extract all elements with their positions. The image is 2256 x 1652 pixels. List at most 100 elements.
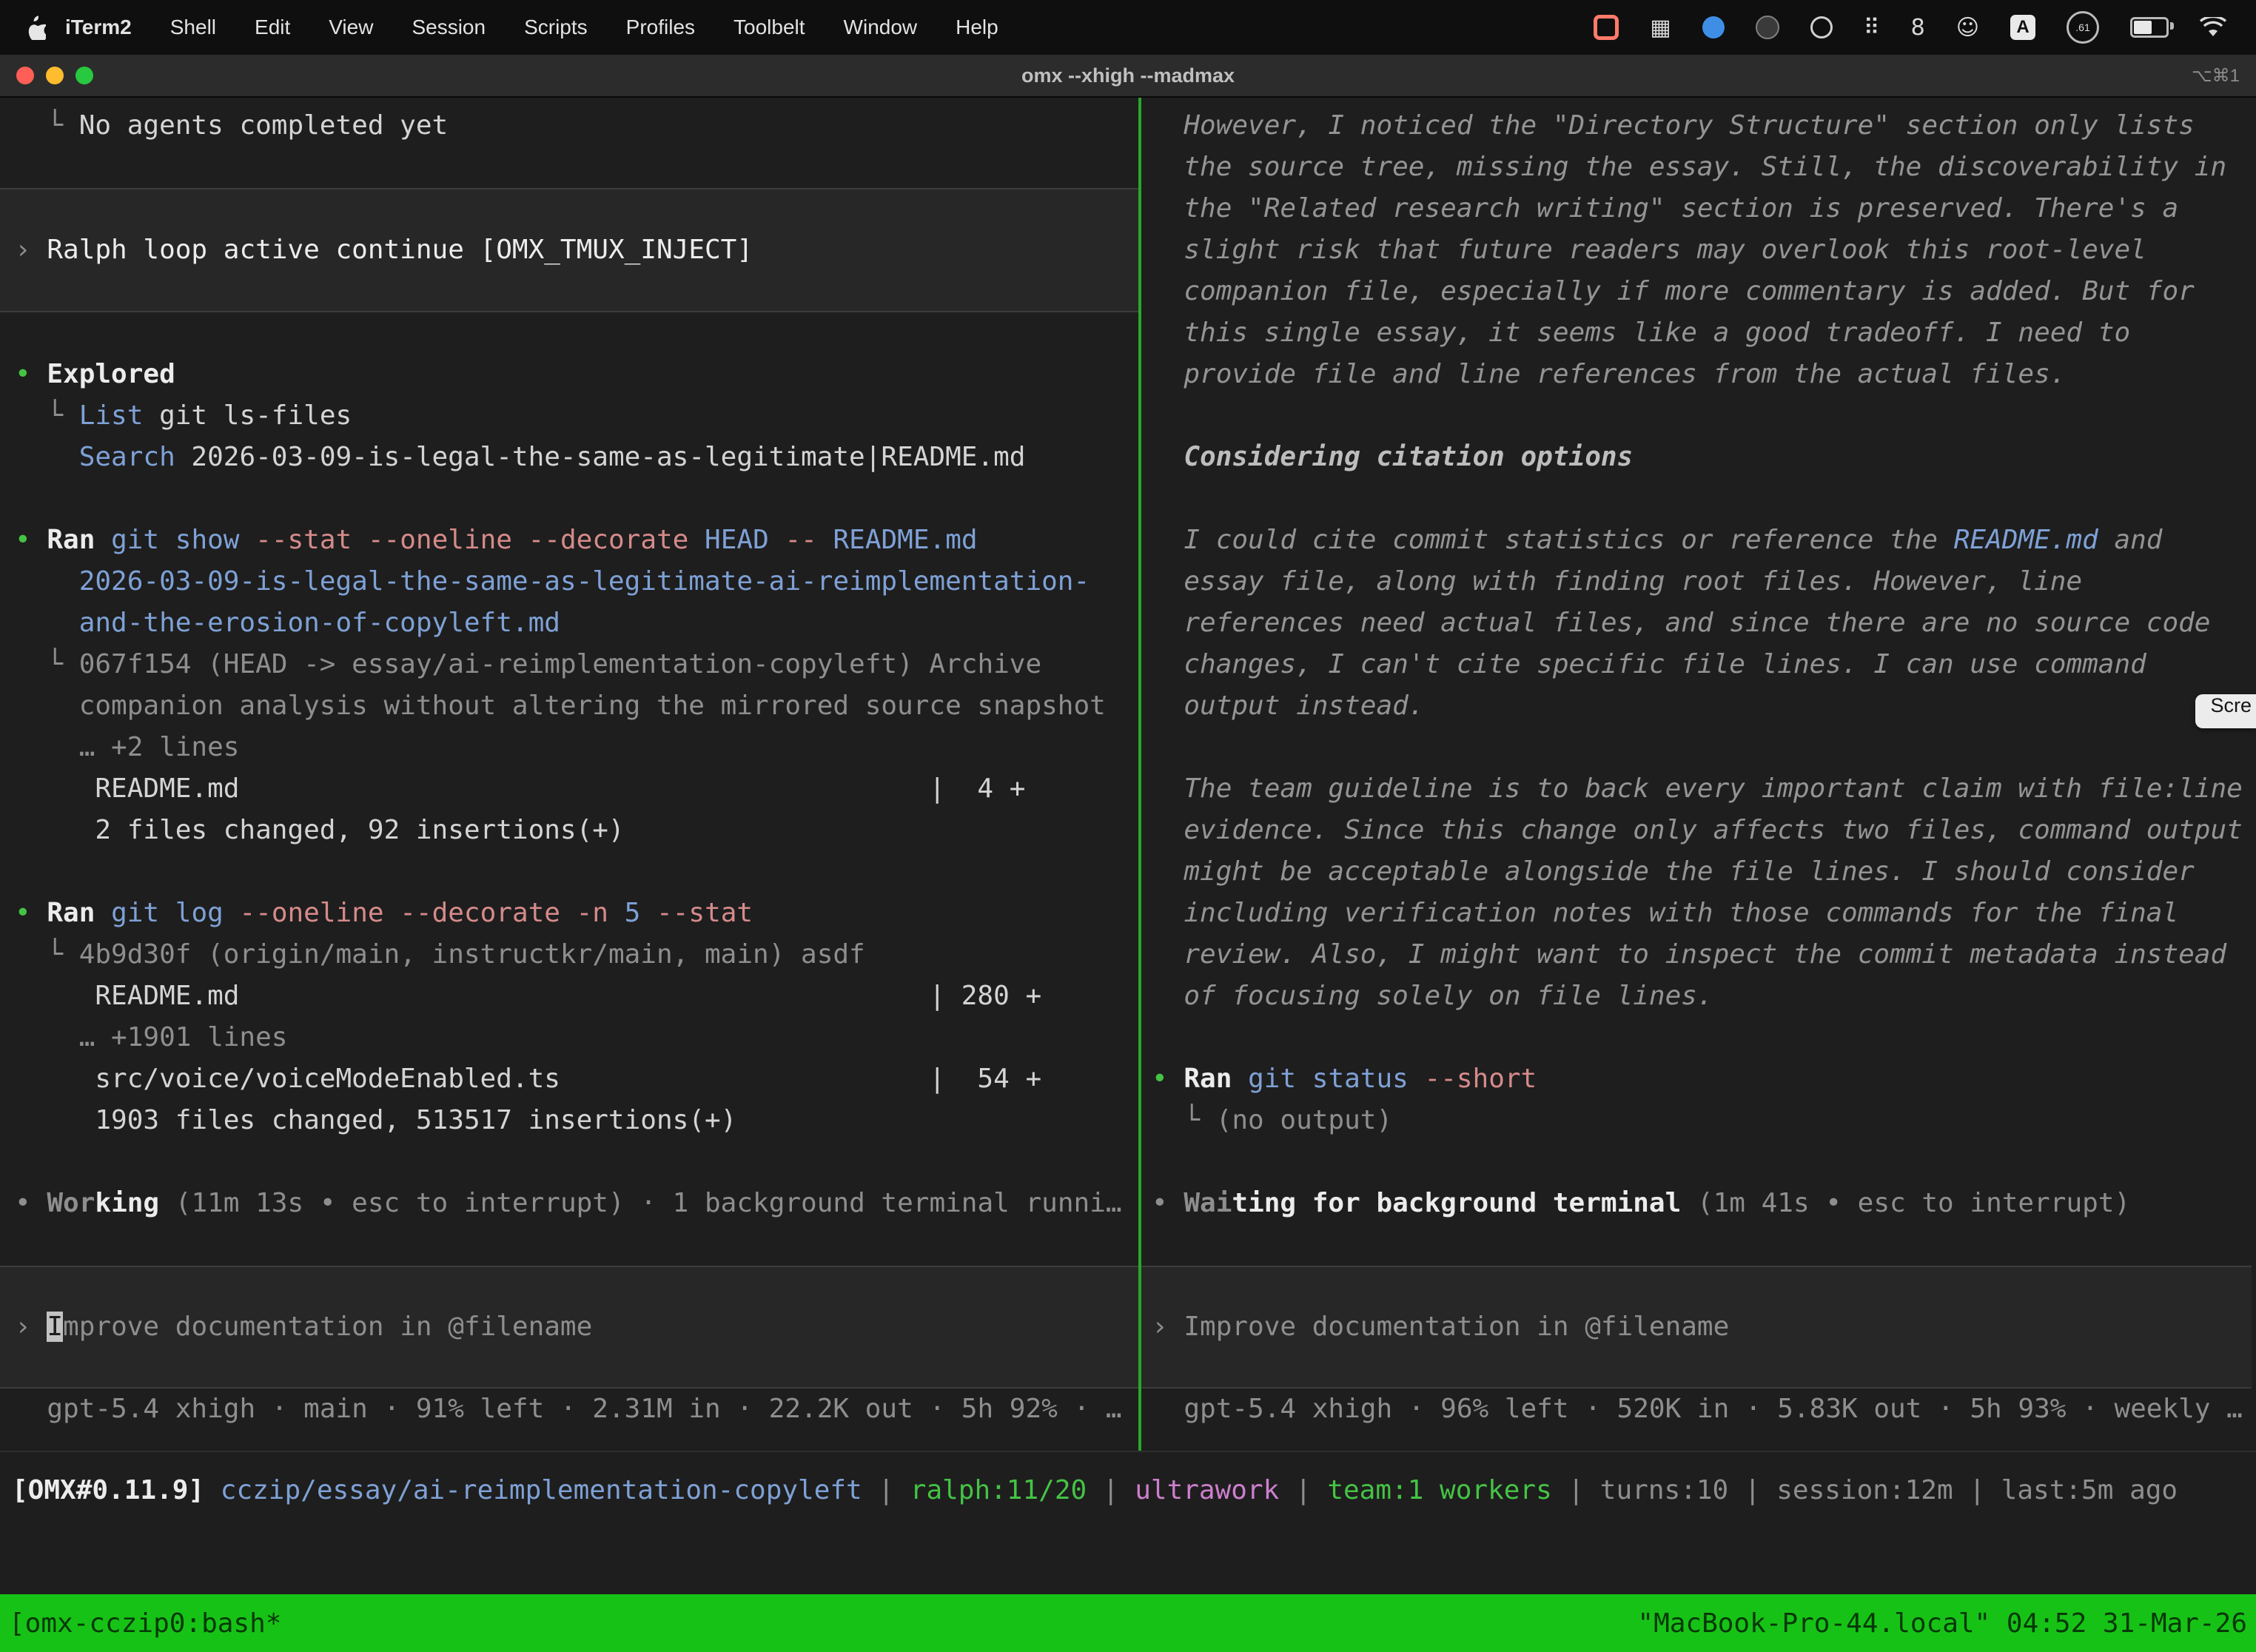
text-segment: Ran [47,525,95,555]
left-pane-top-output: └ No agents completed yet [15,105,1138,188]
terminal-window: └ No agents completed yet › Ralph loop a… [0,98,2256,1452]
text-segment: HEAD [705,525,769,555]
terminal-line: might be acceptable alongside the file l… [1152,851,2252,893]
terminal-line: … +2 lines [15,727,1138,768]
wifi-icon[interactable] [2200,17,2226,38]
window-title: omx --xhigh --madmax [0,64,2256,87]
terminal-line [1152,727,2252,768]
text-segment: README.md | 280 + [15,981,1041,1011]
text-segment: • [15,898,47,928]
text-segment: essay file, along with finding root file… [1184,566,2082,597]
text-segment [688,525,705,555]
terminal-line: companion file, especially if more comme… [1152,271,2252,312]
battery-gauge-icon[interactable]: .61 [2067,11,2099,44]
terminal-line [1152,1224,2252,1266]
text-segment: output instead. [1184,691,1424,721]
text-segment: I [47,1312,63,1342]
blue-app-icon[interactable] [1702,16,1725,38]
text-segment: └ [15,939,79,970]
left-prompt-input[interactable]: › Improve documentation in @filename [15,1306,1138,1348]
text-segment: ultrawork [1135,1475,1279,1505]
text-segment [1152,815,1184,845]
text-segment: Wor [47,1188,95,1218]
numeric-app-icon[interactable]: 8 [1911,15,1925,41]
terminal-line: of focusing solely on file lines. [1152,976,2252,1017]
menu-view[interactable]: View [309,16,392,39]
right-prompt-input[interactable]: › Improve documentation in @filename [1152,1306,2252,1348]
grid-app-icon[interactable]: ▦ [1650,15,1671,41]
minimize-button[interactable] [46,67,64,84]
window-titlebar[interactable]: omx --xhigh --madmax ⌥⌘1 [0,55,2256,98]
tmux-status-bar: [omx-cczip0:bash* "MacBook-Pro-44.local"… [0,1594,2256,1652]
text-segment: › [15,1312,47,1342]
terminal-line: However, I noticed the "Directory Struct… [1152,105,2252,147]
terminal-line: • Ran git log --oneline --decorate -n 5 … [15,893,1138,934]
menu-toolbelt[interactable]: Toolbelt [714,16,825,39]
left-pane: └ No agents completed yet › Ralph loop a… [0,98,1138,1451]
terminal-line: • Working (11m 13s • esc to interrupt) ·… [15,1183,1138,1224]
text-segment [1152,939,1184,970]
menu-profiles[interactable]: Profiles [607,16,714,39]
input-source-icon[interactable]: A [2010,15,2035,40]
apple-menu-icon[interactable] [25,15,46,40]
text-segment: Ran [1184,1064,1232,1094]
face-app-icon[interactable]: ☺ [1956,15,1979,41]
text-segment: • [15,525,47,555]
menu-session[interactable]: Session [392,16,505,39]
text-segment: references need actual files, and since … [1184,608,2210,638]
terminal-line [15,478,1138,520]
terminal-line [15,147,1138,188]
text-segment: | [1953,1475,2001,1505]
close-button[interactable] [16,67,34,84]
edge-tooltip: Scre [2195,694,2256,728]
terminal-line [15,1224,1138,1266]
text-segment: companion analysis without altering the … [15,691,1106,721]
menu-scripts[interactable]: Scripts [505,16,607,39]
macos-screen: { "colors": { "divider_green": "#2ba52b"… [0,0,2256,1652]
text-segment: • [15,1188,47,1218]
left-prompt-box[interactable]: › Improve documentation in @filename [0,1266,1138,1389]
text-segment: 5 [625,898,641,928]
text-segment: Considering citation options [1184,442,1633,472]
text-segment: └ [15,110,79,141]
text-segment [1152,152,1184,182]
right-prompt-box[interactable]: › Improve documentation in @filename [1141,1266,2252,1389]
text-segment: List [79,400,144,431]
menu-shell[interactable]: Shell [151,16,235,39]
ring-app-icon[interactable] [1810,16,1833,38]
battery-icon[interactable] [2130,17,2169,38]
text-segment: 2026-03-09-is-legal-the-same-as-legitima… [175,442,1026,472]
text-segment: └ [15,400,79,431]
text-segment: --stat --oneline --decorate [255,525,688,555]
menu-edit[interactable]: Edit [235,16,309,39]
menu-window[interactable]: Window [825,16,937,39]
tmux-session-label[interactable]: [omx-cczip0:bash* [9,1608,281,1639]
tmux-host-clock: "MacBook-Pro-44.local" 04:52 31-Mar-26 [1637,1608,2247,1639]
terminal-line: • Ran git status --short [1152,1058,2252,1100]
dots-grid-icon[interactable]: ⠿ [1864,15,1880,41]
menubar-app-name[interactable]: iTerm2 [53,16,151,39]
menu-help[interactable]: Help [936,16,1018,39]
text-segment [1152,856,1184,887]
text-segment [1152,566,1184,597]
text-segment: review. Also, I might want to inspect th… [1184,939,2226,970]
text-segment: git status [1248,1064,1409,1094]
text-segment: However, I noticed the "Directory Struct… [1184,110,2194,141]
terminal-line: └ No agents completed yet [15,105,1138,147]
text-segment: slight risk that future readers may over… [1184,235,2146,265]
terminal-line: └ 4b9d30f (origin/main, instructkr/main,… [15,934,1138,976]
terminal-line: provide file and line references from th… [1152,354,2252,395]
terminal-line: • Ran git show --stat --oneline --decora… [15,520,1138,561]
text-segment: evidence. Since this change only affects… [1184,815,2242,845]
text-segment [1152,318,1184,348]
screen-recording-icon[interactable] [1594,15,1619,40]
terminal-line: review. Also, I might want to inspect th… [1152,934,2252,976]
terminal-line: the "Related research writing" section i… [1152,188,2252,229]
dark-app-icon[interactable] [1756,16,1779,39]
text-segment [1152,691,1184,721]
text-segment: 2026-03-09-is-legal-the-same-as-legitima… [15,566,1090,597]
text-segment: mprove documentation in @filename [63,1312,592,1342]
menubar-status-icons: ▦ ⠿ 8 ☺ A .61 [1594,11,2226,44]
zoom-button[interactable] [75,67,93,84]
text-segment [1152,193,1184,224]
